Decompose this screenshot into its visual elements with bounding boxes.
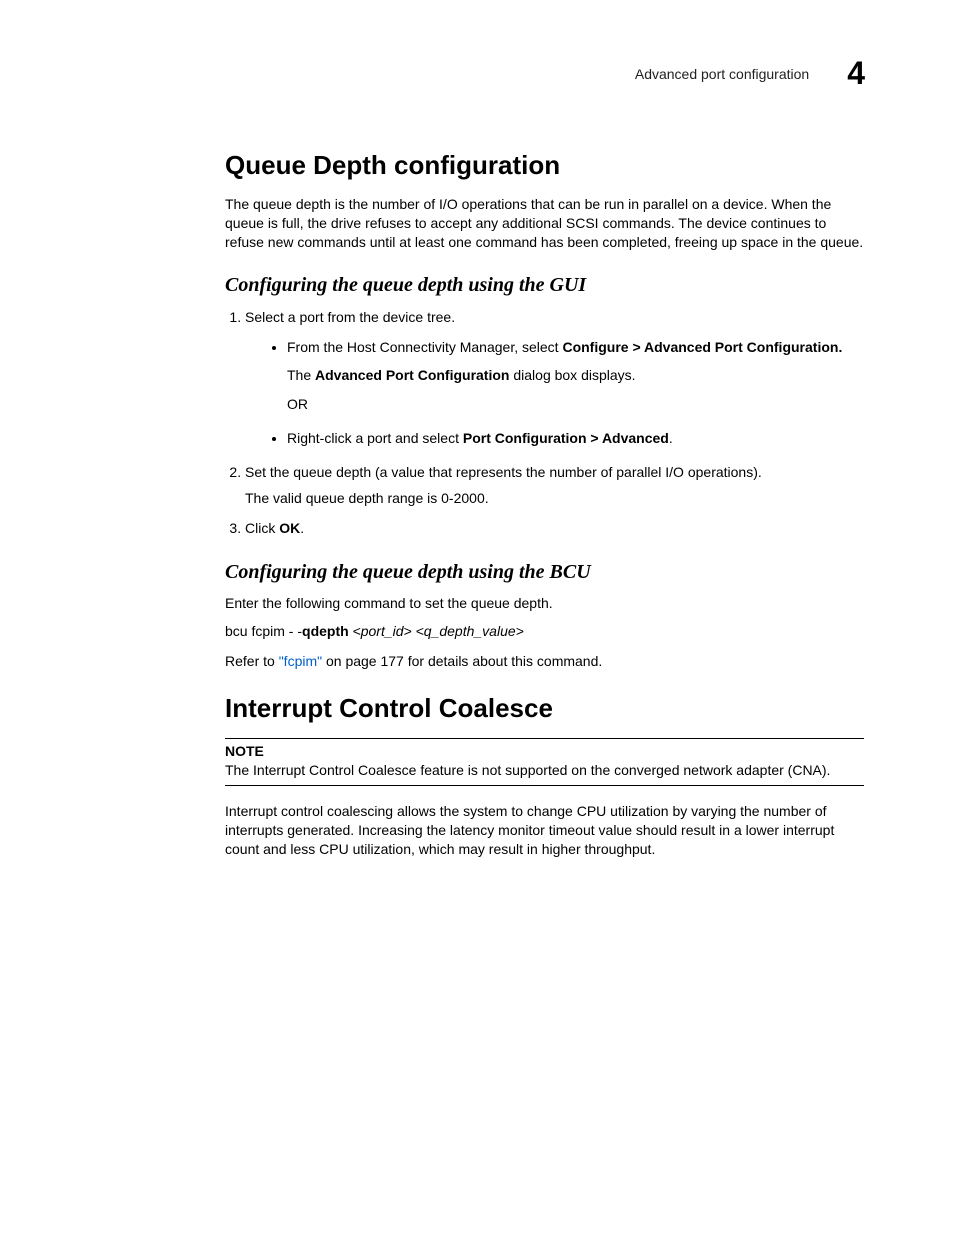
bullet-2-post: .	[669, 430, 673, 446]
bcu-intro: Enter the following command to set the q…	[225, 594, 864, 613]
bullet-1-line2: The Advanced Port Configuration dialog b…	[287, 365, 864, 387]
subsection-title-bcu: Configuring the queue depth using the BC…	[225, 561, 864, 584]
gui-steps: Select a port from the device tree. From…	[225, 307, 864, 539]
bullet-1-line2-bold: Advanced Port Configuration	[315, 367, 509, 383]
note-label: NOTE	[225, 743, 864, 759]
bullet-2: Right-click a port and select Port Confi…	[287, 428, 864, 450]
bullet-1-line2-pre: The	[287, 367, 315, 383]
bcu-refer: Refer to "fcpim" on page 177 for details…	[225, 653, 864, 669]
note-body: The Interrupt Control Coalesce feature i…	[225, 761, 864, 787]
cmd-bold: qdepth	[302, 623, 349, 639]
bcu-command: bcu fcpim - -qdepth <port_id> <q_depth_v…	[225, 623, 864, 639]
section-intro: The queue depth is the number of I/O ope…	[225, 195, 864, 252]
step-3-post: .	[300, 520, 304, 536]
running-header: Advanced port configuration 4	[225, 55, 864, 92]
bullet-1-pre: From the Host Connectivity Manager, sele…	[287, 339, 562, 355]
refer-post: on page 177 for details about this comma…	[322, 653, 602, 669]
refer-pre: Refer to	[225, 653, 279, 669]
refer-link[interactable]: "fcpim"	[279, 653, 322, 669]
note-block: NOTE The Interrupt Control Coalesce feat…	[225, 738, 864, 787]
section-title-interrupt: Interrupt Control Coalesce	[225, 693, 864, 724]
bullet-1-line2-post: dialog box displays.	[509, 367, 635, 383]
interrupt-body: Interrupt control coalescing allows the …	[225, 802, 864, 859]
step-2: Set the queue depth (a value that repres…	[245, 462, 864, 509]
cmd-arg: <port_id> <q_depth_value>	[349, 623, 524, 639]
bullet-1: From the Host Connectivity Manager, sele…	[287, 337, 864, 416]
step-3-bold: OK	[279, 520, 300, 536]
step-1: Select a port from the device tree. From…	[245, 307, 864, 450]
bullet-2-bold: Port Configuration > Advanced	[463, 430, 669, 446]
header-text: Advanced port configuration	[635, 66, 809, 82]
step-2-detail: The valid queue depth range is 0-2000.	[245, 488, 864, 508]
chapter-number: 4	[847, 55, 864, 92]
page: Advanced port configuration 4 Queue Dept…	[0, 0, 954, 1235]
step-1-bullets: From the Host Connectivity Manager, sele…	[245, 337, 864, 450]
section-title-queue-depth: Queue Depth configuration	[225, 150, 864, 181]
or-text: OR	[287, 394, 864, 416]
bullet-2-pre: Right-click a port and select	[287, 430, 463, 446]
step-3: Click OK.	[245, 518, 864, 538]
subsection-title-gui: Configuring the queue depth using the GU…	[225, 274, 864, 297]
step-2-text: Set the queue depth (a value that repres…	[245, 464, 762, 480]
cmd-pre: bcu fcpim - -	[225, 623, 302, 639]
bullet-1-bold: Configure > Advanced Port Configuration.	[562, 339, 842, 355]
step-1-text: Select a port from the device tree.	[245, 309, 455, 325]
step-3-pre: Click	[245, 520, 279, 536]
